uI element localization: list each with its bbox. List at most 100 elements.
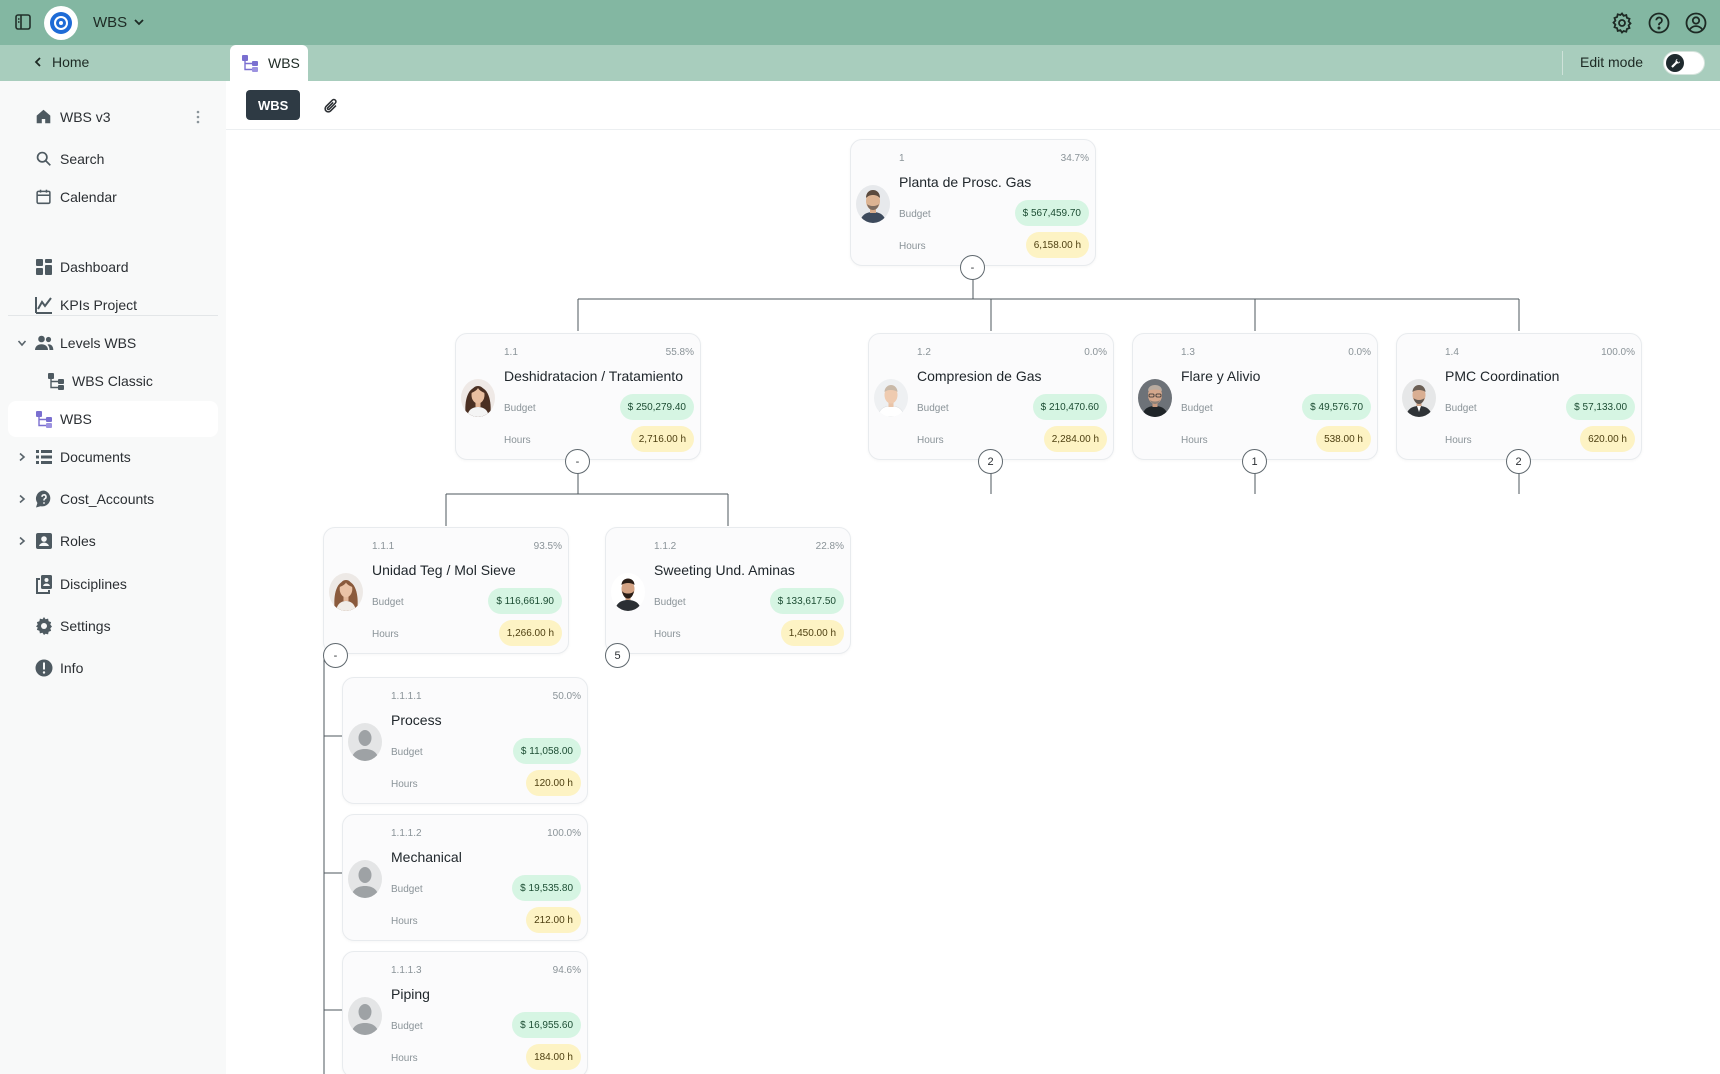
wbs-node-1-1[interactable]: 1.1 55.8% Deshidratacion / Tratamiento B…: [455, 333, 701, 460]
node-code: 1.3: [1181, 347, 1195, 358]
node-progress: 34.7%: [1060, 153, 1089, 164]
node-code: 1: [899, 153, 905, 164]
account-icon[interactable]: [1684, 11, 1708, 35]
panel-toggle-icon[interactable]: [13, 12, 33, 32]
hours-value: 2,284.00 h: [1043, 426, 1107, 452]
node-title: Compresion de Gas: [917, 368, 1042, 384]
home-icon: [36, 109, 51, 124]
avatar-placeholder: [348, 997, 382, 1035]
sidebar-item-roles[interactable]: Roles: [8, 523, 218, 559]
node-progress: 0.0%: [1084, 347, 1107, 358]
expand-toggle-1-2[interactable]: 2: [978, 449, 1003, 474]
info-icon: [35, 659, 53, 677]
node-progress: 94.6%: [552, 965, 581, 976]
sidebar-item-label: Search: [60, 151, 105, 167]
avatar-placeholder: [348, 860, 382, 898]
wbs-node-1-3[interactable]: 1.3 0.0% Flare y Alivio Budget $ 49,576.…: [1132, 333, 1378, 460]
wbs-node-1-1-1-1[interactable]: 1.1.1.1 50.0% Process Budget $ 11,058.00…: [342, 677, 588, 804]
budget-label: Budget: [391, 1021, 423, 1032]
hours-value: 6,158.00 h: [1025, 232, 1089, 258]
sidebar: WBS v3 Search Calendar Dashboard KPIs Pr…: [0, 81, 226, 1074]
avatar: [611, 573, 645, 611]
clipboard-user-icon: [36, 575, 52, 594]
help-icon[interactable]: [1647, 11, 1671, 35]
dashboard-icon: [36, 259, 52, 275]
budget-value: $ 210,470.60: [1032, 394, 1107, 420]
hours-value: 2,716.00 h: [630, 426, 694, 452]
node-title: Flare y Alivio: [1181, 368, 1261, 384]
collapse-toggle-1-1-1[interactable]: -: [323, 643, 348, 668]
app-switcher[interactable]: WBS: [93, 12, 145, 32]
chevron-right-icon[interactable]: [17, 452, 27, 462]
app-logo[interactable]: [44, 6, 78, 40]
edit-mode-toggle[interactable]: [1663, 51, 1705, 75]
hours-label: Hours: [1181, 435, 1208, 446]
sidebar-item-settings[interactable]: Settings: [8, 608, 218, 644]
chevron-right-icon[interactable]: [17, 536, 27, 546]
node-title: Planta de Prosc. Gas: [899, 174, 1032, 190]
sidebar-item-label: WBS v3: [60, 109, 111, 125]
hours-label: Hours: [504, 435, 531, 446]
chevron-down-icon[interactable]: [17, 338, 27, 348]
sidebar-item-documents[interactable]: Documents: [8, 439, 218, 475]
tab-wbs[interactable]: WBS: [230, 45, 308, 81]
divider: [1562, 51, 1563, 75]
kebab-menu-icon[interactable]: [190, 109, 206, 125]
sidebar-item-info[interactable]: Info: [8, 650, 218, 686]
avatar: [856, 185, 890, 223]
hours-label: Hours: [391, 1053, 418, 1064]
avatar-placeholder: [348, 723, 382, 761]
hours-value: 1,450.00 h: [780, 620, 844, 646]
badge-icon: [36, 533, 52, 549]
home-link[interactable]: Home: [32, 54, 89, 70]
avatar: [461, 379, 495, 417]
expand-toggle-1-1-2[interactable]: 5: [605, 643, 630, 668]
node-title: Piping: [391, 986, 430, 1002]
wbs-node-1-4[interactable]: 1.4 100.0% PMC Coordination Budget $ 57,…: [1396, 333, 1642, 460]
budget-label: Budget: [391, 884, 423, 895]
budget-value: $ 57,133.00: [1566, 394, 1635, 420]
budget-value: $ 19,535.80: [512, 875, 581, 901]
calendar-icon: [36, 189, 51, 205]
sidebar-item-disciplines[interactable]: Disciplines: [8, 566, 218, 602]
wbs-node-root[interactable]: 1 34.7% Planta de Prosc. Gas Budget $ 56…: [850, 139, 1096, 266]
expand-toggle-1-4[interactable]: 2: [1506, 449, 1531, 474]
node-code: 1.1.1: [372, 541, 395, 552]
sidebar-item-calendar[interactable]: Calendar: [8, 179, 218, 215]
budget-label: Budget: [504, 403, 536, 414]
node-title: PMC Coordination: [1445, 368, 1560, 384]
budget-label: Budget: [1181, 403, 1213, 414]
sidebar-item-levels-wbs[interactable]: Levels WBS: [8, 325, 218, 361]
sidebar-item-search[interactable]: Search: [8, 141, 218, 177]
node-title: Process: [391, 712, 442, 728]
hierarchy-icon: [36, 411, 52, 428]
sidebar-item-dashboard[interactable]: Dashboard: [8, 249, 218, 285]
hours-label: Hours: [899, 241, 926, 252]
collapse-toggle-root[interactable]: -: [960, 255, 985, 280]
node-code: 1.1: [504, 347, 518, 358]
collapse-toggle-1-1[interactable]: -: [565, 449, 590, 474]
node-progress: 50.0%: [552, 691, 581, 702]
sidebar-item-cost-accounts[interactable]: Cost_Accounts: [8, 481, 218, 517]
sidebar-item-label: KPIs Project: [60, 297, 138, 313]
sidebar-item-wbs-classic[interactable]: WBS Classic: [8, 363, 218, 399]
sidebar-item-label: WBS Classic: [72, 373, 153, 389]
node-title: Mechanical: [391, 849, 462, 865]
wbs-node-1-1-1[interactable]: 1.1.1 93.5% Unidad Teg / Mol Sieve Budge…: [323, 527, 569, 654]
node-title: Deshidratacion / Tratamiento: [504, 368, 683, 384]
sidebar-item-workspace[interactable]: WBS v3: [8, 99, 218, 135]
wbs-node-1-1-1-2[interactable]: 1.1.1.2 100.0% Mechanical Budget $ 19,53…: [342, 814, 588, 941]
main-content: WBS 1 34.7% Planta de Prosc. Gas Budget …: [226, 81, 1720, 1074]
wbs-node-1-1-1-3[interactable]: 1.1.1.3 94.6% Piping Budget $ 16,955.60 …: [342, 951, 588, 1074]
hierarchy-icon: [48, 373, 64, 390]
sidebar-item-kpis-project[interactable]: KPIs Project: [8, 287, 218, 323]
wbs-node-1-2[interactable]: 1.2 0.0% Compresion de Gas Budget $ 210,…: [868, 333, 1114, 460]
expand-toggle-1-3[interactable]: 1: [1242, 449, 1267, 474]
wrench-icon: [1670, 58, 1680, 68]
hours-label: Hours: [654, 629, 681, 640]
gear-icon[interactable]: [1610, 11, 1634, 35]
sidebar-item-label: WBS: [60, 411, 92, 427]
sidebar-item-wbs[interactable]: WBS: [8, 401, 218, 437]
chevron-right-icon[interactable]: [17, 494, 27, 504]
wbs-node-1-1-2[interactable]: 1.1.2 22.8% Sweeting Und. Aminas Budget …: [605, 527, 851, 654]
